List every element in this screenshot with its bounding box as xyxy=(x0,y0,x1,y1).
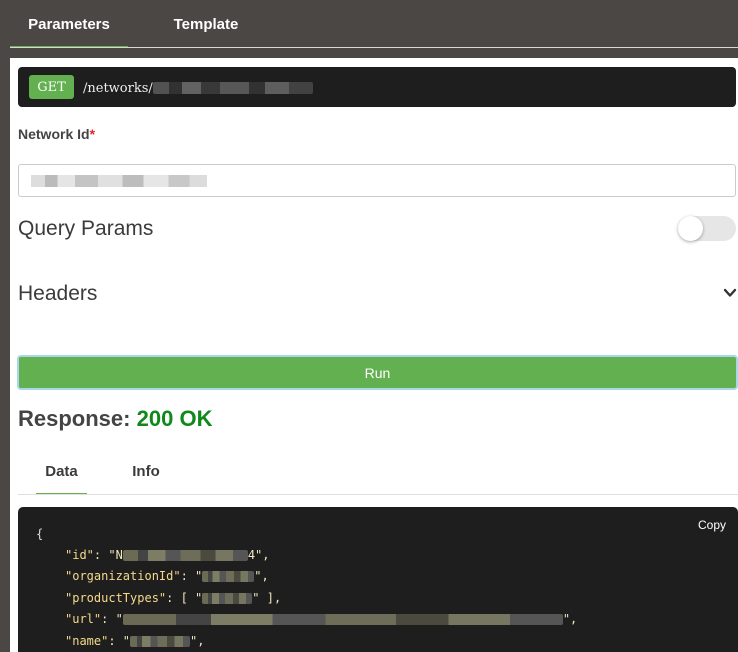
network-id-label-text: Network Id xyxy=(18,126,90,142)
redacted-input-value xyxy=(31,175,207,187)
chevron-down-icon[interactable] xyxy=(723,286,737,300)
run-button[interactable]: Run xyxy=(17,355,738,390)
redacted-network-id xyxy=(152,82,313,94)
request-path: /networks/ xyxy=(83,78,313,98)
response-json-viewer: Copy { "id": "N 4", "organizationId": " ",… xyxy=(18,507,738,652)
path-prefix: /networks/ xyxy=(83,80,153,96)
http-method-badge: GET xyxy=(29,75,74,99)
json-line-url: "url": " ", xyxy=(65,612,578,626)
tab-template[interactable]: Template xyxy=(146,0,266,48)
redacted-value xyxy=(122,550,248,561)
status-code: 200 xyxy=(136,406,174,431)
tab-data[interactable]: Data xyxy=(36,453,87,495)
tab-divider xyxy=(10,47,738,48)
network-id-input[interactable] xyxy=(18,164,736,197)
parameters-panel: GET /networks/ Network Id* Query Params … xyxy=(10,58,738,652)
response-label: Response: xyxy=(18,406,131,431)
tab-parameters[interactable]: Parameters xyxy=(10,0,128,48)
network-id-label: Network Id* xyxy=(18,126,95,142)
redacted-value xyxy=(202,571,255,582)
headers-title[interactable]: Headers xyxy=(18,282,97,306)
top-tab-bar: Parameters Template xyxy=(0,0,738,48)
json-line-name: "name": " ", xyxy=(65,634,205,648)
redacted-value xyxy=(130,636,191,647)
request-url-bar: GET /networks/ xyxy=(18,67,736,107)
tab-info[interactable]: Info xyxy=(132,453,160,495)
redacted-value xyxy=(122,614,563,625)
response-status: Response: 200 OK xyxy=(18,406,212,432)
copy-button[interactable]: Copy xyxy=(698,518,726,532)
toggle-knob xyxy=(678,216,703,241)
status-text: OK xyxy=(179,406,213,431)
json-line-organizationid: "organizationId": " ", xyxy=(65,569,269,583)
required-marker: * xyxy=(89,126,96,142)
json-line-id: "id": "N 4", xyxy=(65,548,270,562)
query-params-toggle[interactable] xyxy=(678,216,736,241)
response-tabs-divider xyxy=(18,494,738,495)
redacted-value xyxy=(202,593,253,604)
json-open-brace: { xyxy=(36,527,44,541)
query-params-title: Query Params xyxy=(18,217,154,240)
json-line-producttypes: "productTypes": [ " " ], xyxy=(65,591,282,605)
